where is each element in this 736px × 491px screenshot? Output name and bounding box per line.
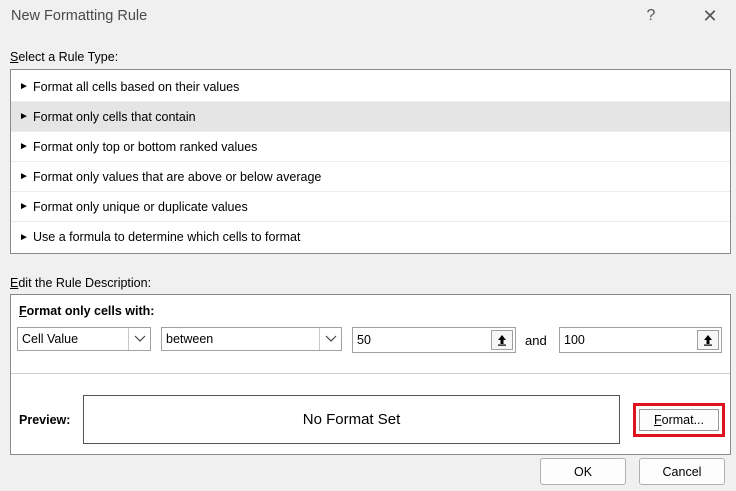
rule-type-list[interactable]: ► Format all cells based on their values… bbox=[10, 69, 731, 254]
rule-type-label: Select a Rule Type: bbox=[10, 50, 119, 64]
arrow-icon: ► bbox=[19, 171, 29, 182]
value2-text: 100 bbox=[564, 333, 585, 347]
chevron-down-icon[interactable] bbox=[128, 328, 150, 350]
arrow-icon: ► bbox=[19, 81, 29, 92]
close-button[interactable]: ✕ bbox=[690, 0, 730, 32]
rule-item-label: Format only unique or duplicate values bbox=[33, 199, 248, 214]
rule-item-cells-that-contain[interactable]: ► Format only cells that contain bbox=[11, 102, 730, 132]
rule-item-all-cells[interactable]: ► Format all cells based on their values bbox=[11, 72, 730, 102]
chevron-down-icon[interactable] bbox=[319, 328, 341, 350]
operator-dropdown[interactable]: between bbox=[161, 327, 342, 351]
cancel-button[interactable]: Cancel bbox=[639, 458, 725, 485]
format-button[interactable]: Format... bbox=[639, 409, 719, 431]
title-bar: New Formatting Rule ? ✕ bbox=[0, 0, 736, 34]
help-button[interactable]: ? bbox=[631, 0, 671, 32]
rule-item-formula[interactable]: ► Use a formula to determine which cells… bbox=[11, 222, 730, 252]
rule-item-label: Format all cells based on their values bbox=[33, 79, 240, 94]
preview-label: Preview: bbox=[19, 413, 71, 427]
help-icon: ? bbox=[646, 7, 656, 24]
rule-item-label: Format only cells that contain bbox=[33, 109, 196, 124]
arrow-icon: ► bbox=[19, 111, 29, 122]
condition-type-value: Cell Value bbox=[22, 332, 79, 346]
rule-item-above-below-average[interactable]: ► Format only values that are above or b… bbox=[11, 162, 730, 192]
window-title: New Formatting Rule bbox=[11, 8, 148, 24]
condition-type-dropdown[interactable]: Cell Value bbox=[17, 327, 151, 351]
arrow-icon: ► bbox=[19, 231, 29, 243]
rule-item-label: Format only values that are above or bel… bbox=[33, 169, 322, 184]
rule-description-label: Edit the Rule Description: bbox=[10, 276, 152, 290]
preview-text: No Format Set bbox=[302, 411, 401, 428]
preview-box: No Format Set bbox=[83, 395, 620, 444]
arrow-icon: ► bbox=[19, 141, 29, 152]
rule-item-label: Use a formula to determine which cells t… bbox=[33, 230, 301, 244]
rule-item-unique-duplicate[interactable]: ► Format only unique or duplicate values bbox=[11, 192, 730, 222]
divider bbox=[11, 373, 730, 374]
value1-text: 50 bbox=[357, 333, 371, 347]
range-picker-icon[interactable] bbox=[491, 330, 513, 350]
and-label: and bbox=[525, 333, 547, 348]
rule-description-panel: Format only cells with: Cell Value betwe… bbox=[10, 294, 731, 455]
format-cells-heading: Format only cells with: bbox=[19, 304, 155, 318]
rule-item-top-bottom[interactable]: ► Format only top or bottom ranked value… bbox=[11, 132, 730, 162]
operator-value: between bbox=[166, 332, 214, 346]
arrow-icon: ► bbox=[19, 201, 29, 212]
value1-input[interactable]: 50 bbox=[352, 327, 516, 353]
range-picker-icon[interactable] bbox=[697, 330, 719, 350]
format-button-highlight: Format... bbox=[633, 403, 725, 437]
value2-input[interactable]: 100 bbox=[559, 327, 722, 353]
ok-button[interactable]: OK bbox=[540, 458, 626, 485]
rule-item-label: Format only top or bottom ranked values bbox=[33, 139, 258, 154]
close-icon: ✕ bbox=[702, 5, 718, 26]
